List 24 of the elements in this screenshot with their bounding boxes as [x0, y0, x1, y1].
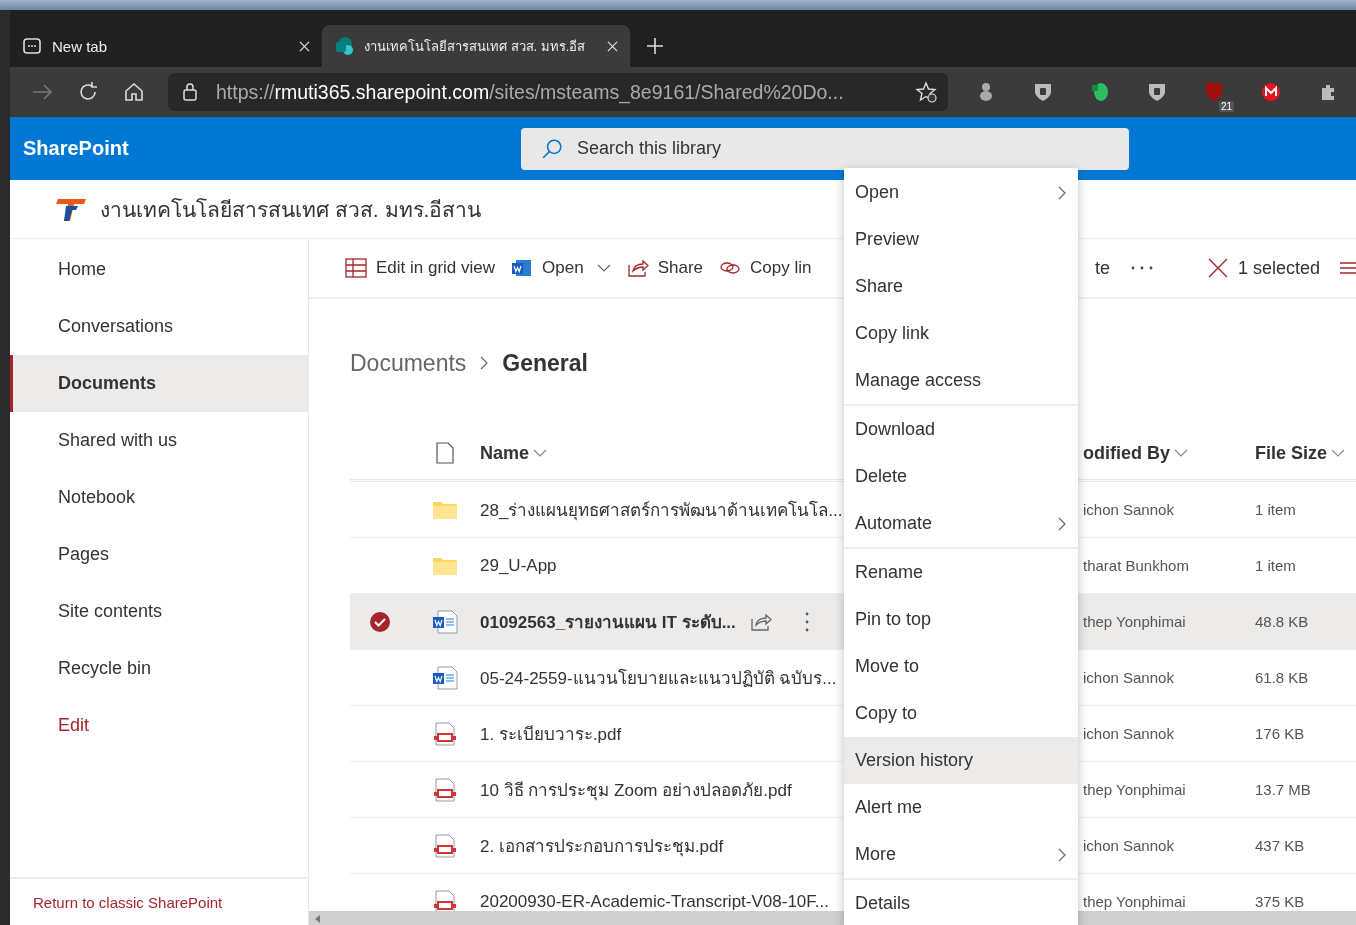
table-cell: ichon Sannok: [1083, 669, 1174, 686]
breadcrumb-current: General: [502, 349, 588, 377]
url-text: https://rmuti365.sharepoint.com/sites/msteams_8e9161/Shared%20Do...: [216, 80, 845, 104]
table-cell: tharat Bunkhom: [1083, 557, 1189, 574]
table-cell: 1 item: [1255, 501, 1296, 518]
table-cell: ichon Sannok: [1083, 501, 1174, 518]
table-cell: 13.7 MB: [1255, 781, 1311, 798]
table-cell: 375 KB: [1255, 893, 1305, 910]
table-cell: thep Yonphimai: [1083, 613, 1186, 630]
table-cell: 176 KB: [1255, 725, 1305, 742]
table-cell: 1 item: [1255, 557, 1296, 574]
table-cell: 61.8 KB: [1255, 669, 1309, 686]
table-cell: ichon Sannok: [1083, 725, 1174, 742]
tab-title: New tab: [52, 37, 109, 55]
table-cell: 437 KB: [1255, 837, 1305, 854]
selection-count: 1 selected: [1237, 257, 1320, 279]
site-title: งานเทคโนโลยีสารสนเทศ สวส. มทร.อีสาน: [100, 196, 482, 223]
extension-badge: 21: [1218, 101, 1234, 112]
tab-title: งานเทคโนโลยีสารสนเทศ สวส. มทร.อีส: [364, 37, 587, 56]
search-placeholder: Search this library: [577, 138, 722, 159]
table-cell: thep Yonphimai: [1083, 781, 1186, 798]
table-cell: thep Yonphimai: [1083, 893, 1186, 910]
table-cell: ichon Sannok: [1083, 837, 1174, 854]
table-cell: 48.8 KB: [1255, 613, 1309, 630]
